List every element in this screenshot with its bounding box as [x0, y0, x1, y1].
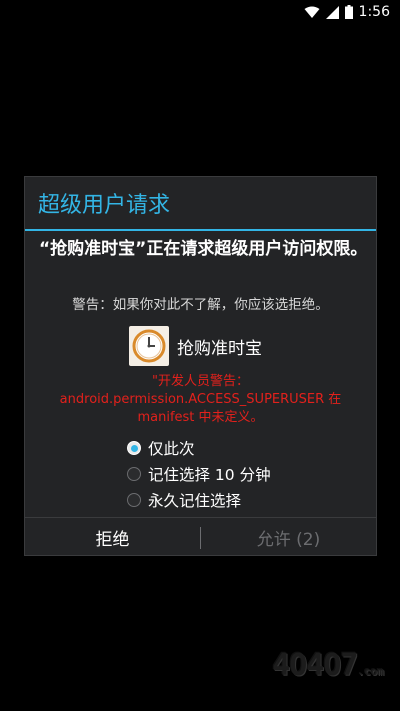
- watermark-logo: 4O4O7.com: [272, 648, 384, 683]
- signal-icon: [325, 5, 339, 19]
- deny-button[interactable]: 拒绝: [25, 518, 200, 557]
- developer-warning: "开发人员警告： android.permission.ACCESS_SUPER…: [25, 373, 376, 427]
- battery-icon: [344, 5, 353, 19]
- title-divider: [25, 229, 376, 231]
- status-bar: 1:56: [0, 0, 400, 24]
- option-remember-10-minutes[interactable]: 记住选择 10 分钟: [127, 463, 271, 485]
- clock-icon: [129, 326, 169, 366]
- option-label: 记住选择 10 分钟: [148, 466, 271, 484]
- option-remember-forever[interactable]: 永久记住选择: [127, 489, 241, 511]
- status-time: 1:56: [358, 4, 390, 20]
- option-this-time[interactable]: 仅此次: [127, 437, 195, 459]
- app-name: 抢购准时宝: [177, 338, 262, 359]
- option-label: 永久记住选择: [148, 492, 242, 510]
- wifi-icon: [304, 6, 320, 18]
- allow-button[interactable]: 允许 (2): [201, 518, 376, 557]
- superuser-request-dialog: 超级用户请求 “抢购准时宝”正在请求超级用户访问权限。 警告：如果你对此不了解，…: [24, 176, 377, 556]
- button-bar: 拒绝 允许 (2): [25, 517, 376, 557]
- radio-unchecked-icon[interactable]: [127, 493, 141, 507]
- watermark-main: 4O4O7: [272, 648, 358, 683]
- watermark-suffix: .com: [357, 665, 385, 678]
- app-info: 抢购准时宝: [129, 326, 262, 366]
- request-message: “抢购准时宝”正在请求超级用户访问权限。: [39, 239, 368, 259]
- radio-unchecked-icon[interactable]: [127, 467, 141, 481]
- warning-hint: 警告：如果你对此不了解，你应该选拒绝。: [72, 297, 329, 313]
- dialog-title: 超级用户请求: [38, 193, 171, 218]
- developer-warning-line: manifest 中未定义。: [137, 410, 264, 425]
- radio-checked-icon[interactable]: [127, 441, 141, 455]
- developer-warning-line: android.permission.ACCESS_SUPERUSER 在: [59, 392, 342, 407]
- developer-warning-line: "开发人员警告：: [152, 374, 249, 389]
- option-label: 仅此次: [148, 440, 195, 458]
